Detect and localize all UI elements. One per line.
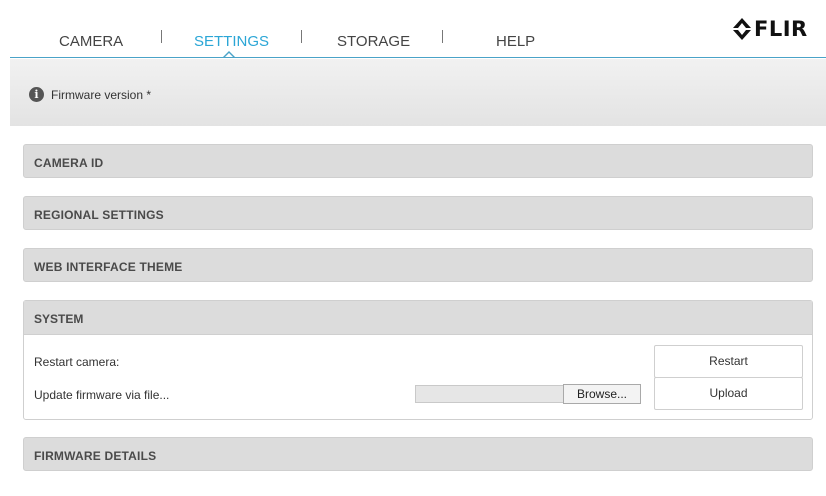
section-firmware-details[interactable]: FIRMWARE DETAILS: [23, 437, 813, 471]
tab-storage[interactable]: STORAGE: [337, 33, 410, 50]
section-web-interface-theme[interactable]: WEB INTERFACE THEME: [23, 248, 813, 282]
restart-button[interactable]: Restart: [654, 345, 803, 378]
info-icon: i: [29, 87, 44, 102]
top-navigation: CAMERA SETTINGS STORAGE HELP FLIR: [0, 0, 826, 58]
section-title: WEB INTERFACE THEME: [34, 260, 183, 274]
nav-underline: [10, 57, 826, 58]
tab-separator: [161, 30, 162, 43]
section-system: SYSTEM Restart camera: Restart Update fi…: [23, 300, 813, 420]
update-firmware-label: Update firmware via file...: [34, 388, 170, 402]
section-title: CAMERA ID: [34, 156, 104, 170]
restart-camera-label: Restart camera:: [34, 355, 120, 369]
flir-diamond-icon: [733, 18, 751, 40]
section-system-header[interactable]: SYSTEM: [24, 301, 812, 335]
upload-button[interactable]: Upload: [654, 377, 803, 410]
section-title: REGIONAL SETTINGS: [34, 208, 164, 222]
tab-separator: [442, 30, 443, 43]
section-title: FIRMWARE DETAILS: [34, 449, 157, 463]
logo-text: FLIR: [754, 17, 808, 41]
section-title: SYSTEM: [34, 312, 84, 326]
tab-separator: [301, 30, 302, 43]
section-camera-id[interactable]: CAMERA ID: [23, 144, 813, 178]
section-regional-settings[interactable]: REGIONAL SETTINGS: [23, 196, 813, 230]
firmware-version-text: Firmware version *: [51, 88, 152, 102]
tab-settings[interactable]: SETTINGS: [194, 33, 269, 50]
browse-button[interactable]: Browse...: [563, 384, 641, 404]
firmware-file-input[interactable]: [415, 385, 564, 403]
flir-logo: FLIR: [732, 15, 808, 43]
tab-help[interactable]: HELP: [496, 33, 535, 50]
firmware-info-bar: i Firmware version *: [10, 59, 826, 126]
tab-camera[interactable]: CAMERA: [59, 33, 123, 50]
